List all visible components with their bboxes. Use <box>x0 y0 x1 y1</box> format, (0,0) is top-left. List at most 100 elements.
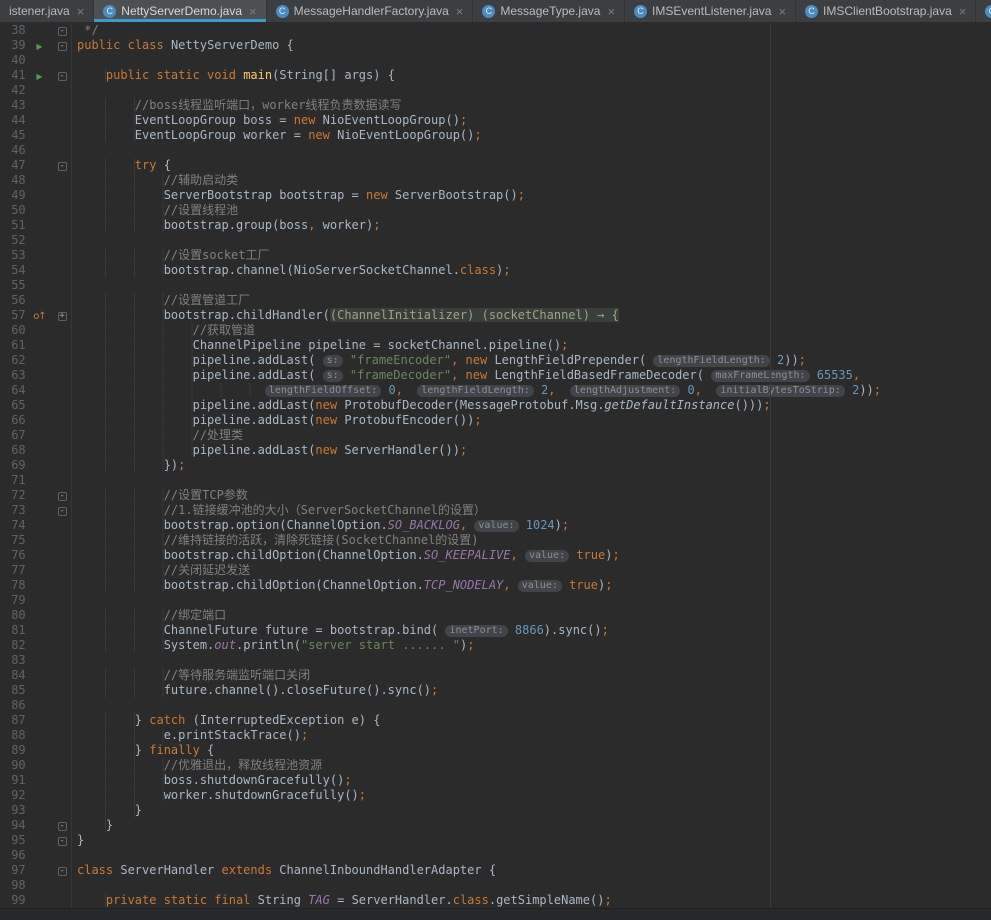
close-icon[interactable]: × <box>249 5 257 18</box>
tab[interactable]: CMess <box>976 0 991 22</box>
code-line[interactable]: ChannelPipeline pipeline = socketChannel… <box>72 338 568 353</box>
line-number[interactable]: 39 <box>0 38 26 53</box>
line-number[interactable]: 91 <box>0 773 26 788</box>
code-line[interactable]: //1.链接缓冲池的大小（ServerSocketChannel的设置） <box>72 503 486 518</box>
code-line[interactable]: pipeline.addLast( s: "frameEncoder", new… <box>72 353 806 368</box>
code-line[interactable] <box>72 233 77 248</box>
code-line[interactable]: //优雅退出，释放线程池资源 <box>72 758 322 773</box>
line-number[interactable]: 89 <box>0 743 26 758</box>
code-line[interactable] <box>72 653 77 668</box>
fold-marker[interactable]: - <box>58 837 67 846</box>
code-line[interactable]: System.out.println("server start ...... … <box>72 638 474 653</box>
code-line[interactable]: e.printStackTrace(); <box>72 728 308 743</box>
code-line[interactable]: }); <box>72 458 185 473</box>
code-line[interactable]: } <box>72 833 84 848</box>
line-number[interactable]: 51 <box>0 218 26 233</box>
line-number[interactable]: 68 <box>0 443 26 458</box>
line-number[interactable]: 78 <box>0 578 26 593</box>
code-line[interactable]: future.channel().closeFuture().sync(); <box>72 683 438 698</box>
fold-marker[interactable]: - <box>58 507 67 516</box>
code-line[interactable]: lengthFieldOffset: 0, lengthFieldLength:… <box>72 383 881 398</box>
line-number[interactable]: 88 <box>0 728 26 743</box>
code-line[interactable]: boss.shutdownGracefully(); <box>72 773 352 788</box>
close-icon[interactable]: × <box>607 5 615 18</box>
code-line[interactable]: pipeline.addLast(new ProtobufDecoder(Mes… <box>72 398 771 413</box>
line-number[interactable]: 84 <box>0 668 26 683</box>
code-line[interactable]: public class NettyServerDemo { <box>72 38 294 53</box>
code-line[interactable]: try { <box>72 158 171 173</box>
line-number[interactable]: 80 <box>0 608 26 623</box>
line-number[interactable]: 55 <box>0 278 26 293</box>
line-number[interactable]: 44 <box>0 113 26 128</box>
line-number[interactable]: 52 <box>0 233 26 248</box>
code-line[interactable] <box>72 593 77 608</box>
close-icon[interactable]: × <box>456 5 464 18</box>
line-number[interactable]: 74 <box>0 518 26 533</box>
code-line[interactable]: //设置管道工厂 <box>72 293 250 308</box>
code-line[interactable]: EventLoopGroup worker = new NioEventLoop… <box>72 128 482 143</box>
close-icon[interactable]: × <box>778 5 786 18</box>
line-number[interactable]: 83 <box>0 653 26 668</box>
line-number[interactable]: 96 <box>0 848 26 863</box>
code-line[interactable]: */ <box>72 23 99 38</box>
line-number[interactable]: 49 <box>0 188 26 203</box>
code-line[interactable]: worker.shutdownGracefully(); <box>72 788 366 803</box>
code-line[interactable] <box>72 278 77 293</box>
code-line[interactable]: pipeline.addLast( s: "frameDecoder", new… <box>72 368 860 383</box>
line-number[interactable]: 45 <box>0 128 26 143</box>
code-line[interactable]: //绑定端口 <box>72 608 226 623</box>
code-line[interactable]: EventLoopGroup boss = new NioEventLoopGr… <box>72 113 467 128</box>
line-number[interactable]: 53 <box>0 248 26 263</box>
code-line[interactable]: bootstrap.group(boss, worker); <box>72 218 380 233</box>
line-number[interactable]: 79 <box>0 593 26 608</box>
line-number[interactable]: 93 <box>0 803 26 818</box>
close-icon[interactable]: × <box>959 5 967 18</box>
code-line[interactable]: ChannelFuture future = bootstrap.bind( i… <box>72 623 609 638</box>
fold-marker[interactable]: - <box>58 822 67 831</box>
line-number[interactable]: 57 <box>0 308 26 323</box>
line-number[interactable]: 42 <box>0 83 26 98</box>
code-line[interactable]: bootstrap.option(ChannelOption.SO_BACKLO… <box>72 518 569 533</box>
line-number[interactable]: 61 <box>0 338 26 353</box>
line-number[interactable]: 56 <box>0 293 26 308</box>
line-number[interactable]: 72 <box>0 488 26 503</box>
code-line[interactable]: bootstrap.childOption(ChannelOption.TCP_… <box>72 578 612 593</box>
code-line[interactable]: bootstrap.childOption(ChannelOption.SO_K… <box>72 548 620 563</box>
code-line[interactable]: } finally { <box>72 743 214 758</box>
code-line[interactable] <box>72 143 77 158</box>
code-line[interactable]: //关闭延迟发送 <box>72 563 250 578</box>
line-number[interactable]: 73 <box>0 503 26 518</box>
code-line[interactable] <box>72 878 77 893</box>
line-number[interactable]: 85 <box>0 683 26 698</box>
fold-marker[interactable]: - <box>58 72 67 81</box>
code-line[interactable]: //设置socket工厂 <box>72 248 270 263</box>
line-number[interactable]: 67 <box>0 428 26 443</box>
line-number[interactable]: 41 <box>0 68 26 83</box>
code-line[interactable]: } <box>72 818 113 833</box>
line-number[interactable]: 86 <box>0 698 26 713</box>
tab[interactable]: CMessageHandlerFactory.java× <box>267 0 474 22</box>
code-line[interactable] <box>72 848 77 863</box>
tab[interactable]: CIMSClientBootstrap.java× <box>796 0 976 22</box>
code-line[interactable]: } catch (InterruptedException e) { <box>72 713 380 728</box>
code-line[interactable] <box>72 698 77 713</box>
line-number[interactable]: 99 <box>0 893 26 908</box>
override-icon[interactable]: o↑ <box>33 311 46 322</box>
code-line[interactable]: //维持链接的活跃，清除死链接(SocketChannel的设置) <box>72 533 479 548</box>
code-line[interactable]: //等待服务端监听端口关闭 <box>72 668 310 683</box>
code-line[interactable]: //设置线程池 <box>72 203 238 218</box>
line-number[interactable]: 95 <box>0 833 26 848</box>
fold-marker[interactable]: - <box>58 867 67 876</box>
folded-region[interactable]: (ChannelInitializer) (socketChannel) → { <box>330 308 619 322</box>
line-number[interactable]: 90 <box>0 758 26 773</box>
run-icon[interactable]: ▶ <box>36 42 42 51</box>
line-number[interactable]: 47 <box>0 158 26 173</box>
fold-marker[interactable]: + <box>58 312 67 321</box>
line-number[interactable]: 87 <box>0 713 26 728</box>
line-number[interactable]: 82 <box>0 638 26 653</box>
code-line[interactable]: private static final String TAG = Server… <box>72 893 612 908</box>
tab[interactable]: CIMSEventListener.java× <box>625 0 796 22</box>
line-number[interactable]: 77 <box>0 563 26 578</box>
code-line[interactable]: //辅助启动类 <box>72 173 238 188</box>
code-line[interactable]: class ServerHandler extends ChannelInbou… <box>72 863 496 878</box>
